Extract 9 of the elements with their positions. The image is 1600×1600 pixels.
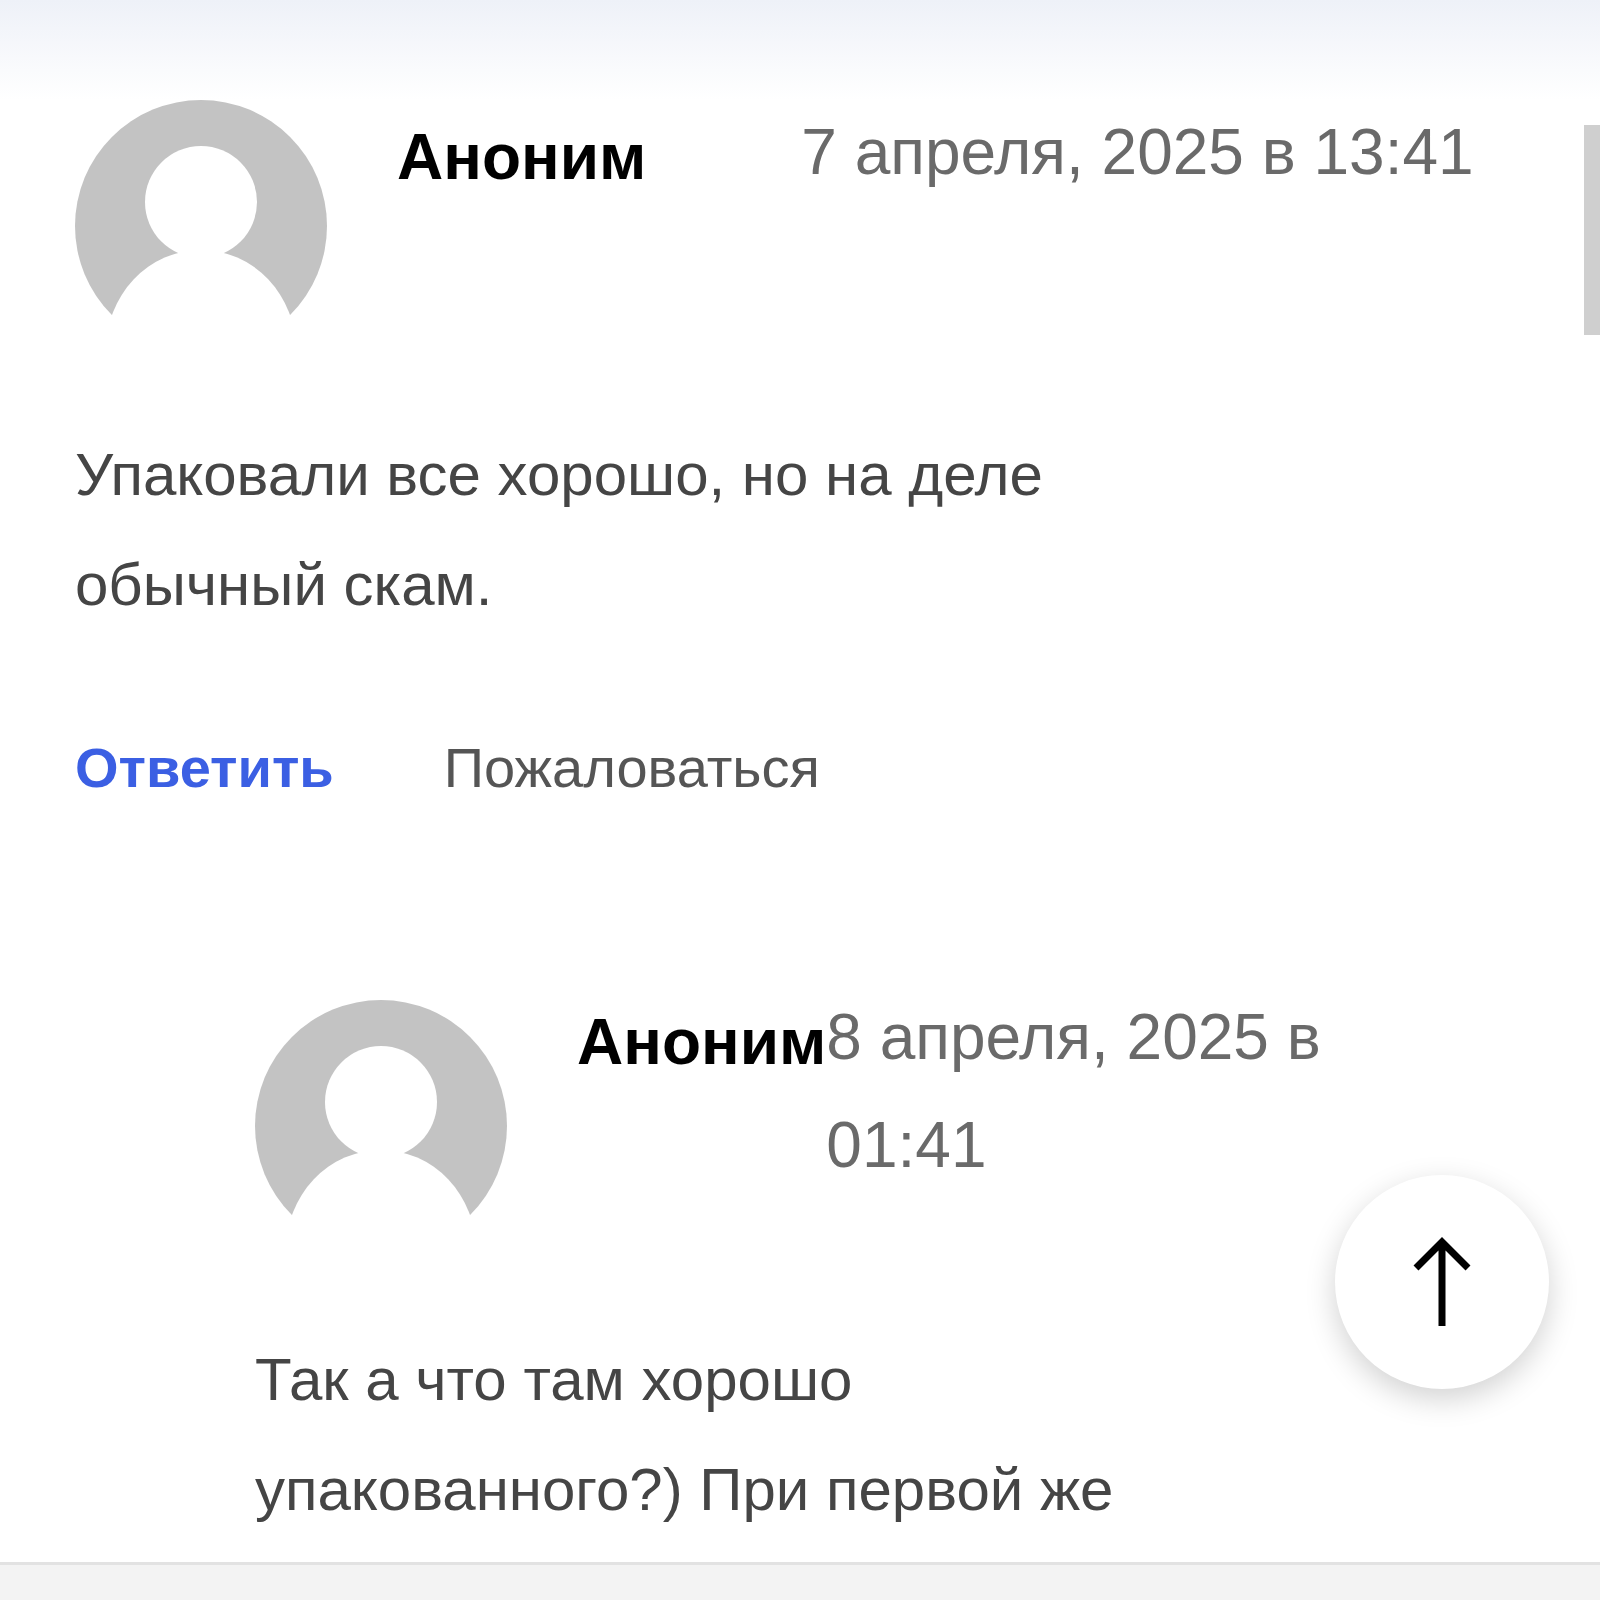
author-name: Аноним <box>397 120 647 194</box>
comment-text: Упаковали все хорошо, но на деле обычный скам. <box>75 440 1044 620</box>
scrollbar[interactable] <box>1584 125 1600 335</box>
author-name: Аноним <box>577 1005 827 1079</box>
comment-date: 8 апреля, 2025 в 01:41 <box>826 1000 1322 1183</box>
comment-date: 7 апреля, 2025 в 13:41 <box>801 115 1474 190</box>
comment-text: Так а что там хорошо упакованного?) При первой же <box>255 1345 1115 1525</box>
reply-link[interactable]: Ответить <box>75 735 334 800</box>
report-link[interactable]: Пожаловаться <box>443 735 820 800</box>
